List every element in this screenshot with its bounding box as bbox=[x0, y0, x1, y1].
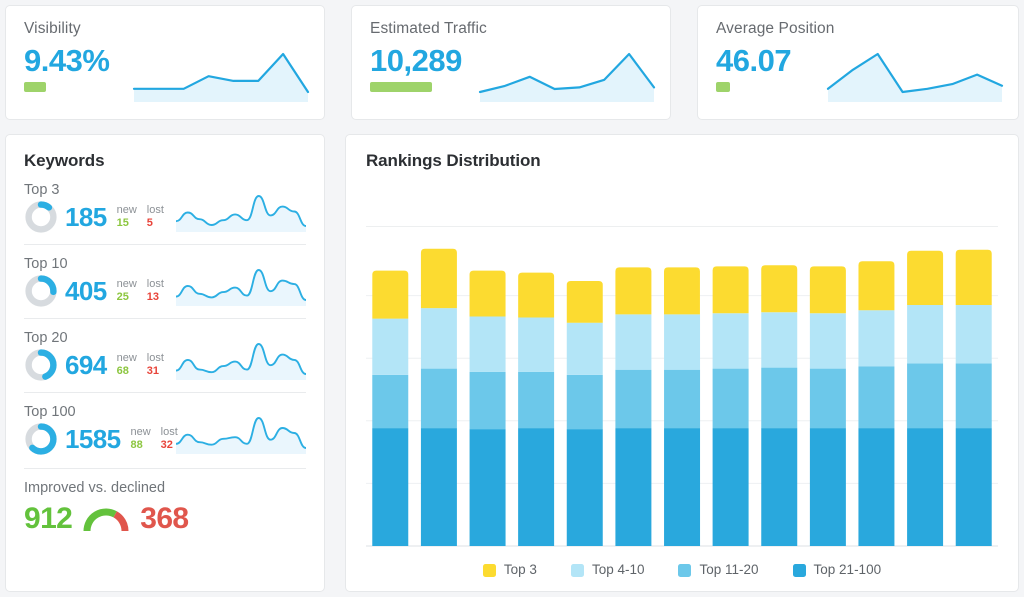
lost-value: 31 bbox=[146, 365, 160, 377]
keyword-sparkline-chart bbox=[176, 186, 306, 232]
metric-progress-bar bbox=[24, 82, 46, 92]
legend-color-swatch bbox=[482, 563, 496, 577]
lost-label: lost bbox=[146, 278, 164, 290]
rankings-distribution-panel: Rankings Distribution Top 3 Top 4-10 Top… bbox=[345, 134, 1019, 592]
lost-label: lost bbox=[146, 204, 164, 216]
legend-item-top-21-100[interactable]: Top 21-100 bbox=[792, 562, 882, 578]
legend-item-top-11-20[interactable]: Top 11-20 bbox=[678, 562, 759, 578]
metric-sparkline-chart bbox=[476, 40, 658, 102]
keyword-donut-icon bbox=[24, 348, 58, 382]
improved-vs-declined-label: Improved vs. declined bbox=[24, 480, 166, 496]
new-value: 68 bbox=[116, 365, 129, 377]
new-label: new bbox=[116, 278, 137, 290]
keyword-new-delta: new 68 bbox=[117, 352, 137, 378]
lost-value: 5 bbox=[146, 217, 153, 229]
rankings-panel-title: Rankings Distribution bbox=[366, 151, 541, 170]
chart-legend: Top 3 Top 4-10 Top 11-20 Top 21-100 bbox=[366, 562, 998, 578]
keyword-count: 1585 bbox=[65, 424, 121, 454]
keyword-new-delta: new 15 bbox=[117, 204, 137, 230]
declined-count: 368 bbox=[140, 502, 189, 535]
keyword-new-delta: new 88 bbox=[130, 426, 150, 452]
improved-declined-gauge-icon bbox=[78, 502, 134, 536]
metric-progress-bar bbox=[716, 82, 730, 92]
keywords-panel: Keywords Top 3 185 new 15 lost 5 Top 10 … bbox=[5, 134, 325, 592]
metric-sparkline-chart bbox=[130, 40, 312, 102]
metric-label: Average Position bbox=[716, 20, 835, 37]
keyword-donut-icon bbox=[24, 422, 58, 456]
keywords-panel-title: Keywords bbox=[24, 151, 105, 170]
improved-count: 912 bbox=[24, 502, 73, 535]
keyword-row-top-10[interactable]: Top 10 405 new 25 lost 13 bbox=[24, 244, 306, 318]
keyword-lost-delta: lost 31 bbox=[147, 352, 164, 378]
keyword-donut-icon bbox=[24, 274, 58, 308]
keyword-count: 694 bbox=[65, 350, 107, 380]
new-label: new bbox=[130, 426, 151, 438]
metric-card-average-position[interactable]: Average Position 46.07 bbox=[697, 5, 1019, 120]
keyword-sparkline-chart bbox=[176, 260, 306, 306]
legend-label: Top 4-10 bbox=[591, 562, 645, 577]
legend-label: Top 11-20 bbox=[699, 562, 759, 577]
new-value: 15 bbox=[116, 217, 129, 229]
metric-card-estimated-traffic[interactable]: Estimated Traffic 10,289 bbox=[351, 5, 671, 120]
lost-label: lost bbox=[146, 352, 164, 364]
keyword-lost-delta: lost 5 bbox=[147, 204, 164, 230]
dashboard-page: Visibility 9.43% Estimated Traffic 10,28… bbox=[0, 0, 1024, 597]
metric-label: Visibility bbox=[24, 20, 81, 37]
keyword-sparkline-chart bbox=[176, 408, 306, 454]
keyword-sparkline-chart bbox=[176, 334, 306, 380]
keyword-count: 405 bbox=[65, 276, 107, 306]
legend-item-top-4-10[interactable]: Top 4-10 bbox=[570, 562, 645, 578]
legend-color-swatch bbox=[792, 563, 806, 577]
legend-color-swatch bbox=[570, 563, 584, 577]
metric-progress-bar bbox=[370, 82, 432, 92]
keyword-row-top-100[interactable]: Top 100 1585 new 88 lost 32 bbox=[24, 392, 306, 466]
keyword-new-delta: new 25 bbox=[117, 278, 137, 304]
new-label: new bbox=[116, 204, 137, 216]
keyword-lost-delta: lost 13 bbox=[147, 278, 164, 304]
new-label: new bbox=[116, 352, 137, 364]
lost-value: 13 bbox=[146, 291, 160, 303]
rankings-stacked-bar-chart[interactable] bbox=[366, 227, 998, 552]
legend-item-top-3[interactable]: Top 3 bbox=[482, 562, 537, 578]
improved-vs-declined-section: Improved vs. declined 912 368 bbox=[24, 468, 306, 537]
legend-color-swatch bbox=[678, 563, 692, 577]
keyword-row-top-20[interactable]: Top 20 694 new 68 lost 31 bbox=[24, 318, 306, 392]
metric-sparkline-chart bbox=[824, 40, 1006, 102]
metric-card-visibility[interactable]: Visibility 9.43% bbox=[5, 5, 325, 120]
new-value: 25 bbox=[116, 291, 129, 303]
metric-label: Estimated Traffic bbox=[370, 20, 487, 37]
keyword-row-top-3[interactable]: Top 3 185 new 15 lost 5 bbox=[24, 171, 306, 244]
legend-label: Top 21-100 bbox=[813, 562, 882, 577]
keyword-donut-icon bbox=[24, 200, 58, 234]
keyword-count: 185 bbox=[65, 202, 107, 232]
legend-label: Top 3 bbox=[503, 562, 537, 577]
new-value: 88 bbox=[130, 439, 143, 451]
